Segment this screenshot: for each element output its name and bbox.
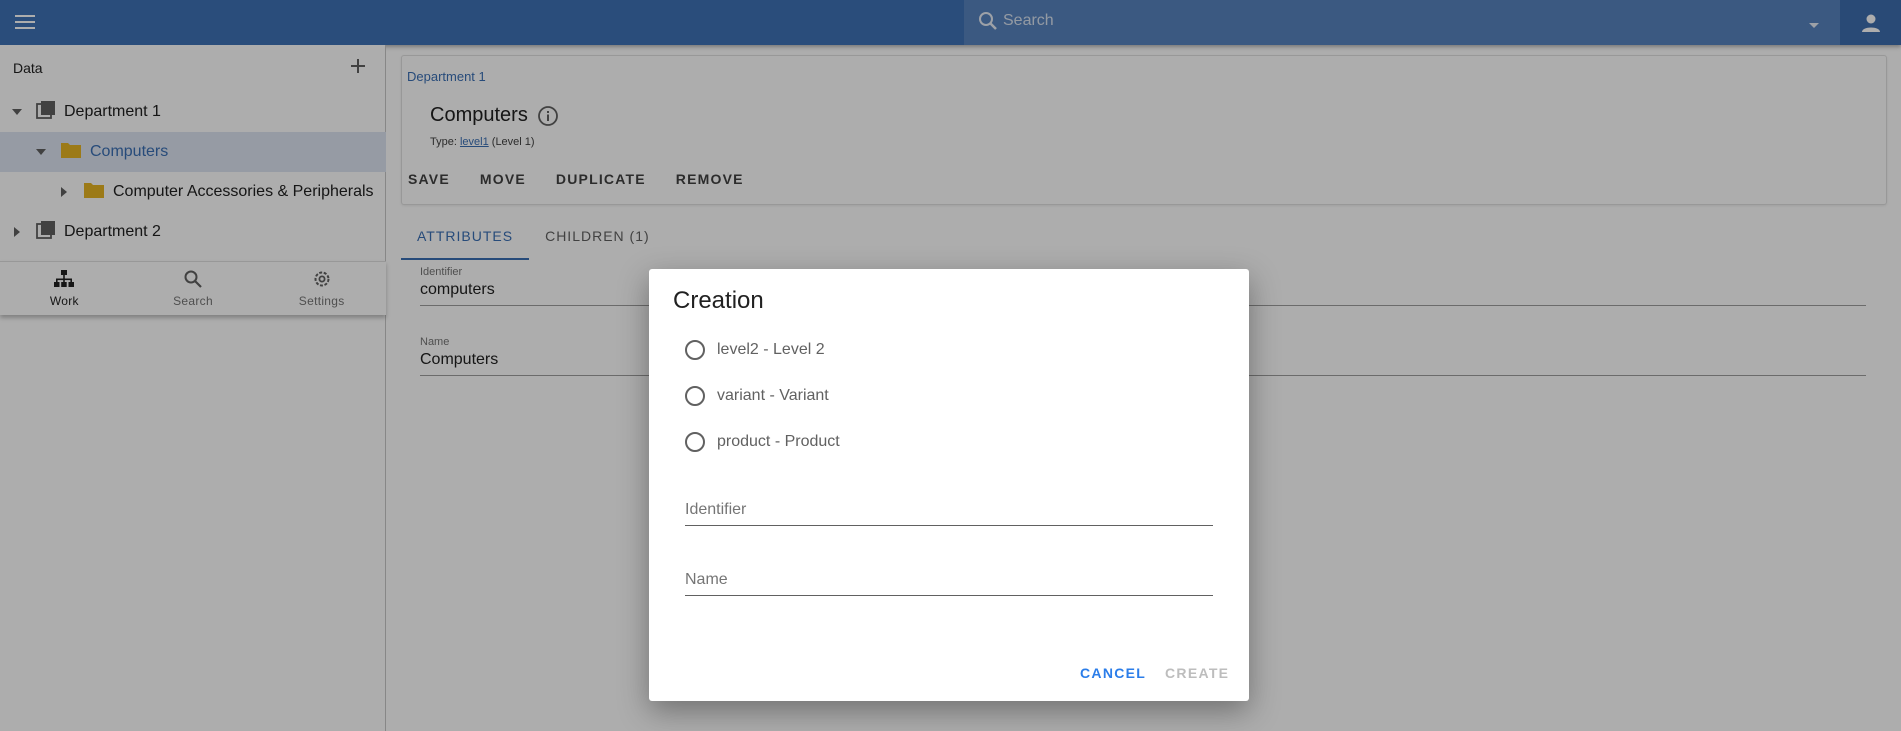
dialog-title: Creation <box>673 287 764 314</box>
radio-label: variant - Variant <box>717 387 829 404</box>
radio-label: product - Product <box>717 433 840 450</box>
identifier-input[interactable]: Identifier <box>685 490 1213 526</box>
radio-variant[interactable]: variant - Variant <box>685 383 829 409</box>
identifier-placeholder: Identifier <box>685 501 747 518</box>
radio-product[interactable]: product - Product <box>685 429 840 455</box>
radio-label: level2 - Level 2 <box>717 341 825 358</box>
radio-button[interactable] <box>685 432 705 452</box>
name-input[interactable]: Name <box>685 560 1213 596</box>
name-placeholder: Name <box>685 571 728 588</box>
create-button[interactable]: CREATE <box>1165 665 1229 681</box>
radio-button[interactable] <box>685 386 705 406</box>
radio-level2[interactable]: level2 - Level 2 <box>685 337 825 363</box>
cancel-button[interactable]: CANCEL <box>1080 665 1146 681</box>
radio-button[interactable] <box>685 340 705 360</box>
creation-dialog: Creation level2 - Level 2 variant - Vari… <box>649 269 1249 701</box>
